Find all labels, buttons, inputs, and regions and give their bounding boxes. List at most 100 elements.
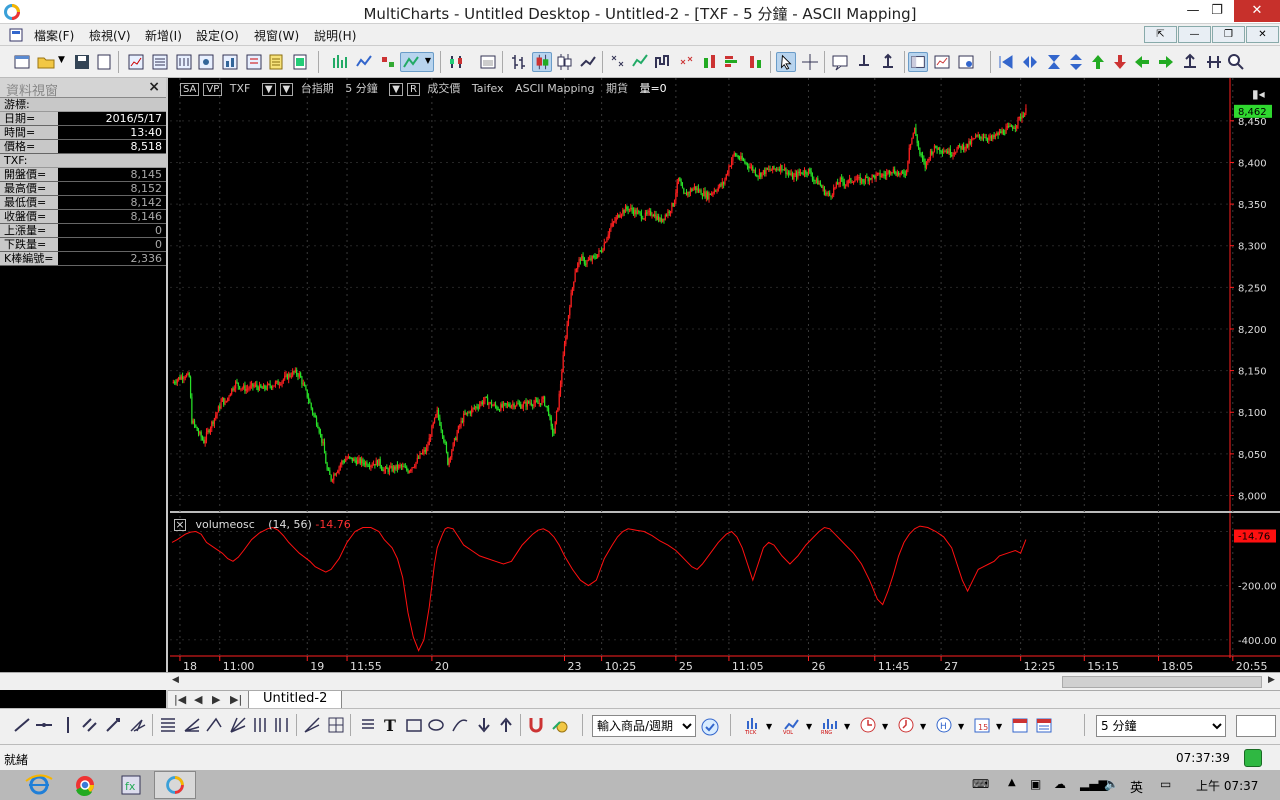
text-list-icon[interactable]	[358, 715, 378, 735]
minutes-chart-dropdown-icon[interactable]: ▼	[920, 722, 926, 731]
rectangle-icon[interactable]	[404, 715, 424, 735]
range-chart-icon[interactable]: RNG	[820, 715, 840, 735]
tab-last-button[interactable]: ▶|	[230, 693, 242, 706]
file-explorer-icon[interactable]: fx	[110, 771, 152, 799]
volume-bar-icon[interactable]	[700, 52, 720, 72]
new-dom-icon[interactable]	[174, 52, 194, 72]
notification-icon[interactable]: ▭	[1160, 777, 1171, 791]
menu-help[interactable]: 說明(H)	[314, 27, 356, 44]
fibonacci-retracement-icon[interactable]	[158, 715, 178, 735]
hours-chart-dropdown-icon[interactable]: ▼	[958, 722, 964, 731]
time-zones-icon[interactable]	[272, 715, 292, 735]
insert-study-icon[interactable]	[330, 52, 350, 72]
arrow-up-icon[interactable]	[496, 715, 516, 735]
new-chart-icon[interactable]	[126, 52, 146, 72]
new-order-tracker-icon[interactable]	[196, 52, 216, 72]
tab-untitled-2[interactable]: Untitled-2	[248, 691, 343, 709]
tick-chart-icon[interactable]: TICK	[744, 715, 764, 735]
mdi-minimize-icon[interactable]: —	[1178, 26, 1211, 43]
grid-icon[interactable]	[326, 715, 346, 735]
cycle-lines-icon[interactable]	[250, 715, 270, 735]
kagi-icon[interactable]	[652, 52, 672, 72]
new-portfolio-icon[interactable]	[220, 52, 240, 72]
extra-input[interactable]	[1236, 715, 1276, 737]
close-button[interactable]: ✕	[1234, 0, 1280, 22]
buy-arrow-icon[interactable]	[878, 52, 898, 72]
gann-fan-icon[interactable]	[228, 715, 248, 735]
ray-icon[interactable]	[104, 715, 124, 735]
line-break-icon[interactable]	[676, 52, 696, 72]
insert-indicator-icon[interactable]	[354, 52, 374, 72]
new-quote-manager-icon[interactable]	[244, 52, 264, 72]
range-chart-dropdown-icon[interactable]: ▼	[844, 722, 850, 731]
resolution-dropdown-icon[interactable]: ▼	[389, 83, 403, 96]
move-up-icon[interactable]	[1088, 52, 1108, 72]
monitor-tray-icon[interactable]: ▣	[1030, 777, 1041, 791]
tray-expand-icon[interactable]: ▲	[1008, 777, 1016, 788]
tick-chart-dropdown-icon[interactable]: ▼	[766, 722, 772, 731]
scroll-left-right-icon[interactable]	[1020, 52, 1040, 72]
hollow-candle-icon[interactable]	[554, 52, 574, 72]
zoom-vertical-icon[interactable]	[1044, 52, 1064, 72]
cloud-tray-icon[interactable]: ☁	[1054, 777, 1066, 791]
mdi-maximize-icon[interactable]: ❐	[1212, 26, 1245, 43]
indicator-close-button[interactable]: ×	[174, 519, 186, 531]
text-note-icon[interactable]	[830, 52, 850, 72]
fibonacci-extension-icon[interactable]	[204, 715, 224, 735]
menu-view[interactable]: 檢視(V)	[89, 27, 131, 44]
renko-icon[interactable]	[630, 52, 650, 72]
menu-insert[interactable]: 新增(I)	[145, 27, 182, 44]
new-log-icon[interactable]	[290, 52, 310, 72]
open-folder-icon[interactable]	[36, 52, 56, 72]
data-window-icon[interactable]	[908, 52, 928, 72]
keyboard-icon[interactable]: ⌨	[972, 777, 989, 791]
symbol-resolution-combo[interactable]: 輸入商品/週期	[592, 715, 696, 737]
scroll-thumb[interactable]	[1062, 676, 1262, 688]
data-window-close-button[interactable]: ×	[148, 79, 160, 95]
r-badge[interactable]: R	[406, 83, 420, 96]
seconds-chart-icon[interactable]	[858, 715, 878, 735]
chart-snapshot-icon[interactable]	[932, 52, 952, 72]
scale-up-down-icon[interactable]	[1066, 52, 1086, 72]
new-workspace-icon[interactable]	[12, 52, 32, 72]
market-depth-icon[interactable]	[746, 52, 766, 72]
maximize-button[interactable]: ❐	[1200, 0, 1234, 22]
pointer-icon[interactable]	[776, 52, 796, 72]
point-figure-icon[interactable]	[608, 52, 628, 72]
multicharts-task-icon[interactable]	[154, 771, 196, 799]
new-scanner-icon[interactable]	[150, 52, 170, 72]
hours-chart-icon[interactable]: H	[934, 715, 954, 735]
ime-indicator[interactable]: 英	[1130, 777, 1143, 796]
go-apply-icon[interactable]	[700, 717, 720, 737]
tab-prev-button[interactable]: ◀	[194, 693, 202, 706]
horizontal-line-icon[interactable]	[34, 715, 54, 735]
format-symbol-icon[interactable]	[446, 52, 466, 72]
mdi-document-icon[interactable]	[8, 27, 24, 43]
scroll-left-icon[interactable]: ◀	[172, 675, 179, 685]
volume-chart-icon[interactable]: VOL	[782, 715, 802, 735]
zoom-icon[interactable]	[1226, 52, 1246, 72]
fibonacci-fan-icon[interactable]	[182, 715, 202, 735]
andrews-pitchfork-icon[interactable]	[128, 715, 148, 735]
move-down-icon[interactable]	[1110, 52, 1130, 72]
resolution-combo[interactable]: 5 分鐘	[1096, 715, 1226, 737]
monthly-chart-icon[interactable]	[1034, 715, 1054, 735]
menu-window[interactable]: 視窗(W)	[254, 27, 299, 44]
shift-chart-icon[interactable]	[1180, 52, 1200, 72]
insert-signal-icon[interactable]	[378, 52, 398, 72]
crosshair-icon[interactable]	[800, 52, 820, 72]
move-right-icon[interactable]	[1156, 52, 1176, 72]
arrow-down-icon[interactable]	[474, 715, 494, 735]
line-on-close-icon[interactable]	[578, 52, 598, 72]
minutes-chart-icon[interactable]	[896, 715, 916, 735]
mdi-close-icon[interactable]: ✕	[1246, 26, 1279, 43]
bar-spacing-icon[interactable]	[1204, 52, 1224, 72]
chart-window[interactable]: 8,000 8,050 8,100 8,150 8,200 8,250 8,300 8,350…	[170, 78, 1280, 672]
scroll-right-icon[interactable]: ▶	[1268, 675, 1275, 685]
ohlc-bar-icon[interactable]	[508, 52, 528, 72]
daily-chart-icon[interactable]: 15	[972, 715, 992, 735]
vertical-line-icon[interactable]	[58, 715, 78, 735]
open-dropdown-icon[interactable]: ▼	[58, 55, 65, 65]
ellipse-icon[interactable]	[426, 715, 446, 735]
drawing-properties-icon[interactable]	[550, 715, 570, 735]
